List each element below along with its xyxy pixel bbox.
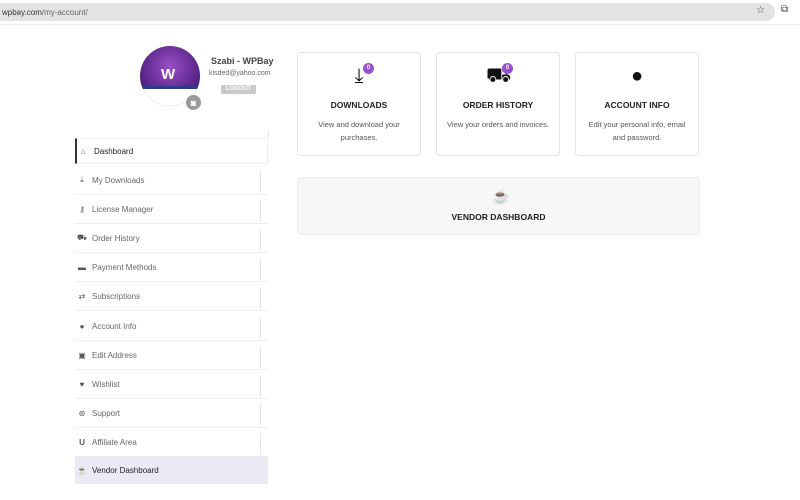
- nav-label: Subscriptions: [92, 291, 141, 301]
- url-domain: wpbay.com: [2, 8, 42, 17]
- nav-item-payment-methods[interactable]: ▬ Payment Methods: [75, 253, 268, 282]
- nav-item-dashboard[interactable]: ⌂ Dashboard: [75, 138, 268, 164]
- nav-item-support[interactable]: ⊛ Support: [75, 399, 268, 428]
- nav-item-wishlist[interactable]: ♥ Wishlist: [75, 370, 268, 399]
- camera-icon[interactable]: ◙: [185, 94, 202, 111]
- nav-label: Payment Methods: [92, 262, 157, 272]
- card-title: DOWNLOADS: [330, 100, 388, 110]
- card-title: ACCOUNT INFO: [604, 100, 670, 110]
- bookmark-star-icon[interactable]: ☆: [756, 5, 765, 16]
- home-icon: ⌂: [80, 146, 86, 156]
- heart-icon: ♥: [79, 379, 85, 389]
- life-ring-icon: ⊛: [78, 408, 86, 418]
- nav-label: Vendor Dashboard: [92, 466, 159, 475]
- account-info-card[interactable]: ● ACCOUNT INFO Edit your personal info, …: [575, 52, 699, 156]
- download-icon: ⤓ 0: [347, 63, 374, 89]
- nav-label: Order History: [92, 233, 140, 243]
- nav-label: Affiliate Area: [92, 437, 137, 447]
- order-history-card[interactable]: ⛟ 0 ORDER HISTORY View your orders and in…: [436, 52, 560, 156]
- card-title: ORDER HISTORY: [462, 100, 534, 110]
- magnet-icon: U: [79, 437, 85, 447]
- nav-item-license-manager[interactable]: ⚷ License Manager: [75, 195, 268, 224]
- user-email: kisded@yahoo.com: [209, 70, 271, 77]
- address-bar[interactable]: wpbay.com/my-account/: [0, 3, 775, 21]
- nav-item-order-history[interactable]: ⛟ Order History: [75, 224, 268, 253]
- orders-count-badge: 0: [502, 63, 513, 74]
- nav-label: License Manager: [92, 204, 154, 214]
- nav-item-affiliate-area[interactable]: U Affiliate Area: [75, 428, 268, 457]
- nav-label: Account Info: [92, 321, 137, 331]
- retweet-icon: ⇄: [78, 291, 86, 301]
- vendor-dashboard-card[interactable]: ☕ VENDOR DASHBOARD: [297, 177, 700, 235]
- nav-label: Dashboard: [94, 146, 134, 156]
- divider: [0, 24, 800, 25]
- card-description: View and download your purchases.: [318, 120, 400, 142]
- card-description: View your orders and invoices.: [447, 120, 549, 129]
- nav-label: Support: [92, 408, 121, 418]
- nav-item-vendor-dashboard[interactable]: ☕ Vendor Dashboard: [75, 457, 268, 484]
- credit-card-icon: ▬: [78, 262, 86, 272]
- user-icon: ●: [630, 65, 644, 87]
- nav-item-edit-address[interactable]: ▣ Edit Address: [75, 341, 268, 370]
- cart-icon: ⛟: [76, 233, 88, 242]
- user-icon: ●: [79, 321, 85, 331]
- cart-icon: ⛟ 0: [486, 63, 513, 87]
- url-path: /my-account/: [41, 8, 88, 17]
- key-icon: ⚷: [79, 204, 85, 214]
- nav-item-account-info[interactable]: ● Account Info: [75, 312, 268, 341]
- user-name: Szabi - WPBay: [211, 56, 274, 66]
- downloads-count-badge: 0: [363, 63, 374, 74]
- extensions-icon[interactable]: ⧉: [781, 4, 788, 15]
- downloads-card[interactable]: ⤓ 0 DOWNLOADS View and download your purc…: [297, 52, 421, 156]
- coffee-icon: ☕: [77, 466, 87, 475]
- nav-item-subscriptions[interactable]: ⇄ Subscriptions: [75, 282, 268, 311]
- address-book-icon: ▣: [78, 350, 86, 360]
- nav-item-my-downloads[interactable]: ⤓ My Downloads: [75, 166, 268, 195]
- card-description: Edit your personal info, email and passw…: [588, 120, 686, 142]
- nav-label: Edit Address: [92, 350, 137, 360]
- card-title: VENDOR DASHBOARD: [451, 212, 546, 222]
- coffee-icon: ☕: [492, 188, 510, 204]
- download-icon: ⤓: [80, 175, 84, 184]
- nav-label: My Downloads: [92, 175, 145, 185]
- nav-label: Wishlist: [92, 379, 120, 389]
- logout-button[interactable]: LOGOUT: [221, 85, 256, 94]
